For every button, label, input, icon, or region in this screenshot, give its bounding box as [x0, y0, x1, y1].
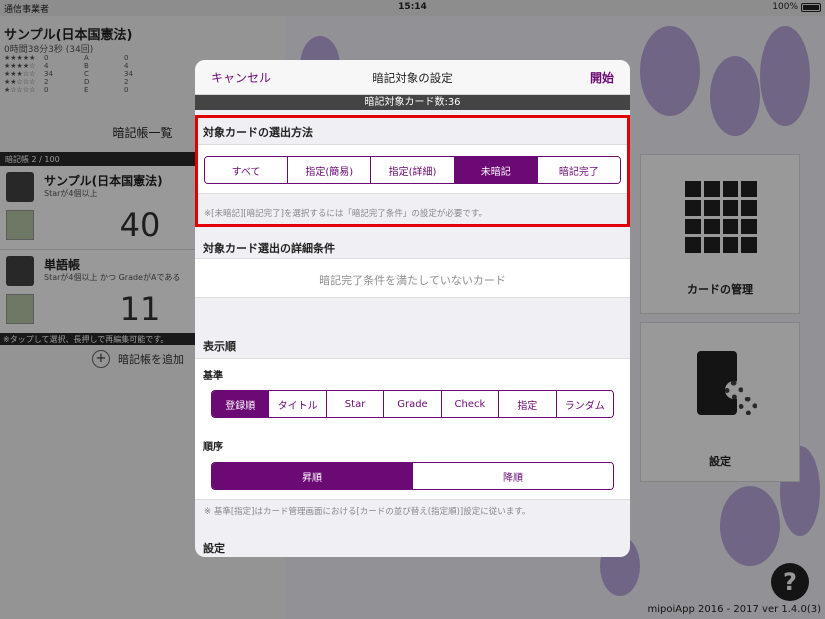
- order-label: 順序: [203, 442, 223, 453]
- detail-condition-text: 暗記完了条件を満たしていないカード: [319, 274, 506, 287]
- modal-title: 暗記対象の設定: [372, 71, 453, 85]
- display-order-header: 表示順: [203, 340, 236, 353]
- order-note: ※ 基準[指定]はカード管理画面における[カードの並び替え(指定順)]設定に従い…: [204, 507, 531, 517]
- basis-option-star[interactable]: Star: [326, 391, 385, 417]
- basis-option-random[interactable]: ランダム: [556, 391, 613, 417]
- basis-option-title[interactable]: タイトル: [269, 391, 327, 417]
- basis-label: 基準: [203, 371, 223, 382]
- order-direction-segment: 昇順 降順: [211, 462, 614, 490]
- detail-condition-header: 対象カード選出の詳細条件: [203, 242, 335, 255]
- order-basis-segment: 登録順 タイトル Star Grade Check 指定 ランダム: [211, 390, 614, 418]
- start-button[interactable]: 開始: [590, 69, 614, 86]
- display-order-panel: 基準 登録順 タイトル Star Grade Check 指定 ランダム 順序 …: [195, 358, 630, 500]
- highlight-box: [195, 115, 630, 227]
- target-card-count: 暗記対象カード数:36: [195, 95, 630, 110]
- settings-section-header: 設定: [203, 542, 225, 555]
- basis-option-grade[interactable]: Grade: [384, 391, 442, 417]
- detail-condition-panel: 暗記完了条件を満たしていないカード: [195, 258, 630, 298]
- order-option-descending[interactable]: 降順: [413, 463, 613, 489]
- basis-option-custom[interactable]: 指定: [499, 391, 557, 417]
- order-option-ascending[interactable]: 昇順: [212, 463, 413, 489]
- basis-option-registration[interactable]: 登録順: [212, 391, 270, 417]
- modal-header: キャンセル 暗記対象の設定 開始: [195, 60, 630, 95]
- basis-option-check[interactable]: Check: [441, 391, 500, 417]
